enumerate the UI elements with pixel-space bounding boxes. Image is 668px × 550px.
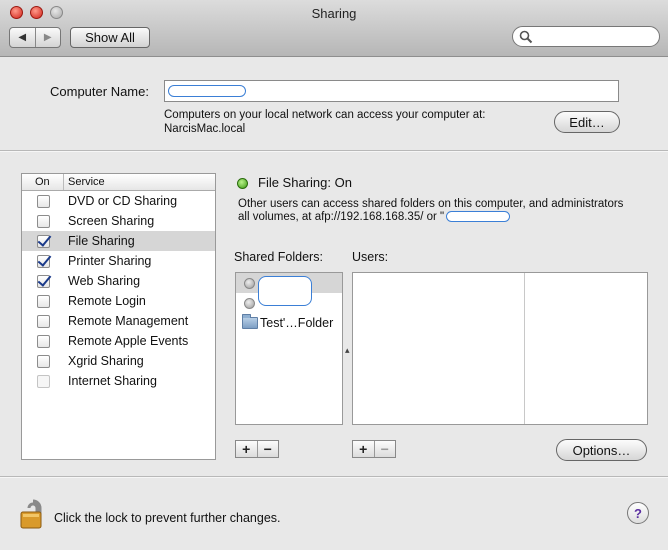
- service-row[interactable]: Remote Apple Events: [22, 331, 215, 351]
- help-button[interactable]: ?: [627, 502, 649, 524]
- service-row[interactable]: DVD or CD Sharing: [22, 191, 215, 211]
- file-sharing-description: Other users can access shared folders on…: [238, 198, 648, 224]
- lock-icon[interactable]: [19, 498, 47, 530]
- back-arrow-icon: ◀: [18, 32, 27, 43]
- services-list-header: On Service: [22, 174, 215, 191]
- search-icon: [519, 30, 533, 44]
- divider-highlight: [0, 477, 668, 478]
- service-row[interactable]: Remote Management: [22, 311, 215, 331]
- service-label: Xgrid Sharing: [68, 354, 144, 368]
- service-checkbox[interactable]: [37, 374, 50, 388]
- sharing-window: Sharing ◀ ▶ Show All Computer Name: Comp…: [0, 0, 668, 550]
- column-header-service[interactable]: Service: [64, 174, 105, 190]
- services-list: On Service DVD or CD Sharing Screen Shari…: [21, 173, 216, 460]
- toolbar: Sharing ◀ ▶ Show All: [0, 0, 668, 57]
- service-checkbox[interactable]: [37, 314, 50, 328]
- remove-shared-folder-button[interactable]: −: [256, 441, 279, 457]
- edit-button[interactable]: Edit…: [554, 111, 620, 133]
- back-forward-control: ◀ ▶: [9, 27, 61, 48]
- file-sharing-status: File Sharing: On: [258, 175, 352, 190]
- service-label: Remote Login: [68, 294, 146, 308]
- computer-address-info: Computers on your local network can acce…: [164, 108, 524, 136]
- options-button[interactable]: Options…: [556, 439, 647, 461]
- help-icon: ?: [634, 505, 642, 521]
- service-checkbox[interactable]: [37, 214, 50, 228]
- shared-folder-row[interactable]: [236, 293, 342, 313]
- service-label: Remote Management: [68, 314, 189, 328]
- file-sharing-description-line1: Other users can access shared folders on…: [238, 198, 624, 210]
- service-row[interactable]: Internet Sharing: [22, 371, 215, 391]
- user-folder-icon: [244, 277, 255, 289]
- redacted-address-box: [446, 211, 511, 223]
- shared-folders-add-remove: + −: [235, 440, 279, 458]
- lock-message: Click the lock to prevent further change…: [54, 511, 281, 525]
- service-row[interactable]: Xgrid Sharing: [22, 351, 215, 371]
- divider-highlight: [0, 151, 668, 152]
- shared-folders-label: Shared Folders:: [234, 250, 323, 264]
- service-label: File Sharing: [68, 234, 135, 248]
- search-input[interactable]: [535, 29, 655, 44]
- service-checkbox[interactable]: [37, 354, 50, 368]
- service-checkbox[interactable]: [37, 334, 50, 348]
- service-label: Screen Sharing: [68, 214, 155, 228]
- service-checkbox[interactable]: [37, 254, 50, 268]
- remove-user-button[interactable]: −: [373, 441, 396, 457]
- service-label: Internet Sharing: [68, 374, 157, 388]
- service-label: Printer Sharing: [68, 254, 152, 268]
- back-button[interactable]: ◀: [10, 28, 35, 47]
- service-checkbox[interactable]: [37, 234, 50, 248]
- computer-name-field[interactable]: [164, 80, 619, 102]
- column-header-on[interactable]: On: [22, 174, 64, 190]
- shared-folder-name: Test'…Folder: [260, 316, 334, 330]
- service-label: DVD or CD Sharing: [68, 194, 178, 208]
- add-shared-folder-button[interactable]: +: [236, 441, 257, 457]
- afp-address-text: all volumes, at afp://192.168.168.35/ or…: [238, 211, 445, 223]
- users-column-divider: [524, 273, 525, 424]
- forward-arrow-icon: ▶: [43, 32, 52, 43]
- users-label: Users:: [352, 250, 389, 264]
- service-checkbox[interactable]: [37, 194, 50, 208]
- shared-folders-list: Test'…Folder: [235, 272, 343, 425]
- computer-address-line2: NarcisMac.local: [164, 123, 246, 135]
- search-field[interactable]: [512, 26, 660, 47]
- service-checkbox[interactable]: [37, 294, 50, 308]
- add-user-button[interactable]: +: [353, 441, 374, 457]
- service-row[interactable]: Web Sharing: [22, 271, 215, 291]
- service-row[interactable]: File Sharing: [22, 231, 215, 251]
- window-title: Sharing: [311, 6, 357, 21]
- users-list: [352, 272, 648, 425]
- service-label: Remote Apple Events: [68, 334, 189, 348]
- forward-button[interactable]: ▶: [34, 28, 61, 47]
- service-checkbox[interactable]: [37, 274, 50, 288]
- show-all-button[interactable]: Show All: [70, 27, 150, 48]
- users-add-remove: + −: [352, 440, 396, 458]
- computer-address-line1: Computers on your local network can acce…: [164, 109, 486, 121]
- split-view-handle[interactable]: ▴: [345, 345, 350, 356]
- service-row[interactable]: Remote Login: [22, 291, 215, 311]
- folder-icon: [242, 314, 258, 329]
- shared-folder-row[interactable]: [236, 273, 342, 306]
- user-folder-icon: [244, 297, 255, 309]
- status-indicator-icon: [237, 178, 248, 189]
- file-sharing-description-line2: all volumes, at afp://192.168.168.35/ or…: [238, 211, 648, 224]
- service-label: Web Sharing: [68, 274, 141, 288]
- service-row[interactable]: Screen Sharing: [22, 211, 215, 231]
- redacted-name-box: [168, 85, 246, 97]
- shared-folder-row[interactable]: Test'…Folder: [236, 313, 342, 333]
- service-row[interactable]: Printer Sharing: [22, 251, 215, 271]
- computer-name-label: Computer Name:: [50, 84, 149, 99]
